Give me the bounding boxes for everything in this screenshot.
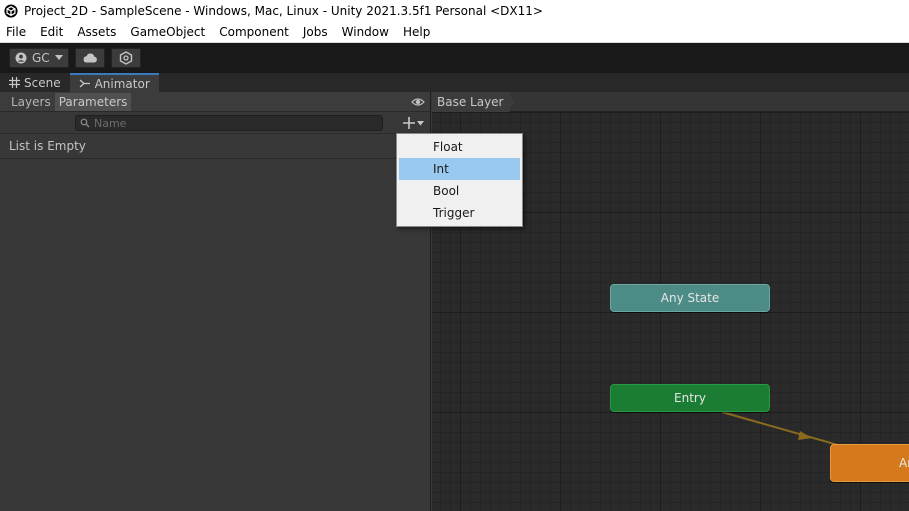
tab-scene[interactable]: Scene bbox=[0, 73, 70, 92]
segment-parameters[interactable]: Parameters bbox=[54, 92, 132, 111]
grid-icon bbox=[9, 77, 20, 88]
search-input[interactable] bbox=[94, 116, 374, 130]
main-toolbar: GC bbox=[0, 43, 909, 73]
collab-button[interactable] bbox=[111, 48, 141, 68]
chevron-down-icon bbox=[54, 55, 63, 60]
account-label: GC bbox=[32, 51, 50, 65]
add-parameter-button[interactable] bbox=[398, 114, 428, 132]
window-titlebar: Project_2D - SampleScene - Windows, Mac,… bbox=[0, 0, 909, 22]
tab-animator-label: Animator bbox=[94, 76, 150, 91]
segment-layers[interactable]: Layers bbox=[7, 93, 55, 111]
parameters-panel: Layers Parameters List is Empty bbox=[0, 92, 431, 511]
menu-window[interactable]: Window bbox=[335, 22, 396, 42]
search-field[interactable] bbox=[75, 115, 383, 131]
menu-assets[interactable]: Assets bbox=[70, 22, 123, 42]
dropdown-item-int[interactable]: Int bbox=[399, 158, 520, 180]
cloud-icon bbox=[83, 53, 97, 63]
default-state-node[interactable]: An bbox=[830, 444, 909, 482]
menu-edit[interactable]: Edit bbox=[33, 22, 70, 42]
empty-list-message: List is Empty bbox=[0, 134, 430, 159]
account-button[interactable]: GC bbox=[9, 48, 69, 68]
entry-node[interactable]: Entry bbox=[610, 384, 770, 412]
chevron-down-icon bbox=[416, 120, 424, 125]
tab-scene-label: Scene bbox=[24, 75, 61, 90]
dropdown-item-float[interactable]: Float bbox=[399, 136, 520, 158]
editor-tab-bar: Scene Animator bbox=[0, 73, 909, 92]
any-state-node[interactable]: Any State bbox=[610, 284, 770, 312]
search-icon bbox=[80, 118, 90, 128]
dropdown-item-trigger[interactable]: Trigger bbox=[399, 202, 520, 224]
parameter-type-dropdown: Float Int Bool Trigger bbox=[396, 133, 523, 227]
animator-icon bbox=[79, 79, 90, 88]
menu-bar: File Edit Assets GameObject Component Jo… bbox=[0, 22, 909, 43]
account-icon bbox=[15, 52, 27, 64]
menu-file[interactable]: File bbox=[0, 22, 33, 42]
dropdown-item-bool[interactable]: Bool bbox=[399, 180, 520, 202]
search-row bbox=[0, 112, 430, 134]
tab-animator[interactable]: Animator bbox=[69, 73, 159, 92]
menu-component[interactable]: Component bbox=[212, 22, 296, 42]
cloud-button[interactable] bbox=[75, 48, 105, 68]
menu-gameobject[interactable]: GameObject bbox=[123, 22, 212, 42]
breadcrumb-base-layer[interactable]: Base Layer bbox=[432, 92, 510, 112]
breadcrumb-arrow-icon bbox=[507, 92, 515, 112]
menu-jobs[interactable]: Jobs bbox=[296, 22, 335, 42]
menu-help[interactable]: Help bbox=[396, 22, 437, 42]
plus-icon bbox=[402, 117, 415, 129]
unity-logo-icon bbox=[4, 4, 18, 18]
panel-header: Layers Parameters bbox=[0, 92, 430, 112]
collab-icon bbox=[119, 51, 133, 65]
breadcrumb: Base Layer bbox=[432, 92, 909, 112]
eye-icon[interactable] bbox=[411, 95, 425, 109]
window-title: Project_2D - SampleScene - Windows, Mac,… bbox=[24, 4, 543, 18]
